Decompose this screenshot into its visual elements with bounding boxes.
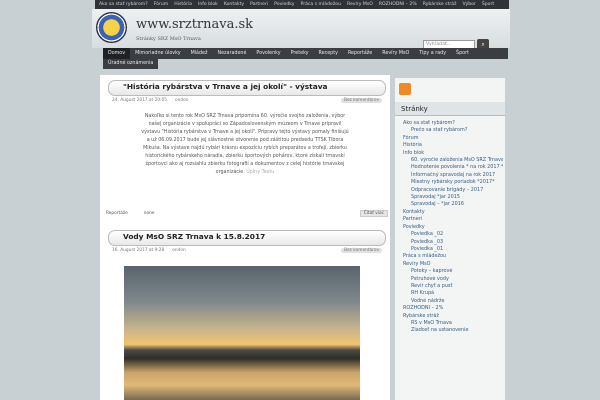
nav-item[interactable]: Preteky [286,48,314,59]
sidebar-page-link[interactable]: Info blok [403,150,503,157]
post-excerpt: Nakoľko si tento rok MsO SRZ Trnava prip… [140,113,350,177]
nav-item[interactable]: Mimoriadne úlovky [130,48,185,59]
pages-list: Ako sa stať rybárom? Prečo sa stať rybáro… [403,120,503,335]
top-link[interactable]: Šport [482,2,494,7]
post-header: "História rybárstva v Trnave a jej okolí… [108,80,386,96]
nav-item[interactable]: Recepty [314,48,343,59]
post-footer: Reportáže none Čítať viac [106,209,388,217]
nav-item[interactable]: Povolenky [251,48,285,59]
excerpt-text: Nakoľko si tento rok MsO SRZ Trnava prip… [141,114,349,175]
post-author[interactable]: ondon [172,248,185,253]
nav-item[interactable]: Reportáže [343,48,377,59]
post-date: 24. August 2017 at 20:05 [112,97,167,103]
top-link[interactable]: Rybárske stráž [423,2,457,7]
main-nav: Domov Mimoriadne úlovky Mládež Nezaradené Po… [103,48,508,59]
sidebar-page-link[interactable]: Vodné nádrže [403,298,503,305]
sidebar-page-link[interactable]: RS v MsO Trnava [403,320,503,327]
sidebar-page-link[interactable]: Revíry MsO [403,261,503,268]
main-nav-row2: Úradné oznámenia [103,59,508,69]
post-meta: 16. August 2017 at 9:28 ondon Bez koment… [112,246,382,254]
sidebar-page-link[interactable]: Ako sa stať rybárom? [403,120,503,127]
post-title[interactable]: Vody MsO SRZ Trnava k 15.8.2017 [123,232,265,241]
sidebar-page-link[interactable]: Informačný spravodaj na rok 2017 [403,172,503,179]
top-link[interactable]: História [174,2,192,7]
sidebar-page-link[interactable]: Hodnotenie povolenia * na rok 2017 *pred… [403,164,503,171]
rss-icon[interactable] [399,83,411,95]
comments-link[interactable]: Bez komentárov [341,97,382,103]
top-link[interactable]: Info blok [198,2,218,7]
post-author[interactable]: ondon [175,98,188,103]
sidebar-page-link[interactable]: Miestny rybársky poriadok *2017* [403,179,503,186]
nav-item[interactable]: Nezaradené [213,48,252,59]
tags-text: none [143,210,155,216]
nav-item[interactable]: Revíry MsO [377,48,414,59]
comments-link[interactable]: Bez komentárov [341,247,382,253]
sidebar-page-link[interactable]: Rybárske stráž [403,313,503,320]
sidebar-page-link[interactable]: ROZHODNI – 2% [403,305,503,312]
sidebar-page-link[interactable]: Práca s mládežou [403,253,503,260]
sidebar-page-link[interactable]: Poviedka _03 [403,239,503,246]
sidebar-page-link[interactable]: Pstruhové vody [403,276,503,283]
sidebar-page-link[interactable]: Spravodaj *jar 2015 [403,194,503,201]
nav-item[interactable]: Úradné oznámenia [103,59,159,69]
site-title[interactable]: www.srztrnava.sk [136,17,253,32]
sidebar-page-link[interactable]: Odpracovanie brigády – 2017 [403,187,503,194]
site-subtitle: Stránky SRZ MsO Trnava [136,36,201,42]
top-link[interactable]: Výbor [462,2,475,7]
top-link[interactable]: Ako sa stať rybárom? [99,2,148,7]
sunset-photo[interactable] [124,266,360,400]
sidebar-page-link[interactable]: Žiadosť na ustanovenie [403,327,503,334]
read-more-link[interactable]: Úplný Textu [246,170,274,175]
top-link[interactable]: ROZHODNI – 2% [379,2,417,7]
post-date: 16. August 2017 at 9:28 [112,247,165,253]
sidebar-widget-header: Stránky [395,102,505,116]
top-link[interactable]: Kontakty [224,2,244,7]
post-meta: 24. August 2017 at 20:05 ondon Bez komen… [112,96,382,104]
sidebar-page-link[interactable]: 60. výročie založenia MsO SRZ Trnava – b… [403,157,503,164]
nav-item[interactable]: Domov [103,48,131,59]
top-link[interactable]: Práca s mládežou [301,2,342,7]
sidebar-page-link[interactable]: Spravodaj – *jar 2016 [403,201,503,208]
top-link[interactable]: Revíry MsO [347,2,373,7]
top-link[interactable]: Partneri [250,2,268,7]
read-more-button[interactable]: Čítať viac [359,209,388,217]
sidebar-page-link[interactable]: RH Krupá [403,290,503,297]
top-link[interactable]: Poviedky [274,2,294,7]
sidebar-page-link[interactable]: Potoky – kaprové [403,268,503,275]
content-area: "História rybárstva v Trnave a jej okolí… [100,75,390,400]
sidebar-page-link[interactable]: Fórum [403,135,503,142]
nav-item[interactable]: Mládež [186,48,213,59]
sidebar-page-link[interactable]: Poviedky [403,224,503,231]
post-title[interactable]: "História rybárstva v Trnave a jej okolí… [123,82,328,91]
sidebar-page-link[interactable]: História [403,142,503,149]
sidebar-page-link[interactable]: Partneri [403,216,503,223]
sidebar-page-link[interactable]: Kontakty [403,209,503,216]
sidebar-page-link[interactable]: Poviedka _02 [403,231,503,238]
sidebar-page-link[interactable]: Prečo sa stať rybárom? [403,127,503,134]
sidebar-page-link[interactable]: Revír chyť a pusť [403,283,503,290]
post-header: Vody MsO SRZ Trnava k 15.8.2017 [108,230,386,246]
top-links-bar: Ako sa stať rybárom? Fórum História Info bl… [95,0,509,9]
top-link[interactable]: Fórum [154,2,169,7]
nav-item[interactable]: Tipy a rady [414,48,451,59]
site-header: www.srztrnava.sk Stránky SRZ MsO Trnava … [92,9,510,50]
site-logo[interactable] [96,12,127,43]
sidebar-page-link[interactable]: Poviedka _01 [403,246,503,253]
category-link[interactable]: Reportáže [106,211,128,216]
nav-item[interactable]: Šport [451,48,474,59]
sidebar: Stránky Ako sa stať rybárom? Prečo sa sta… [395,78,505,400]
sidebar-title: Stránky [401,105,428,113]
